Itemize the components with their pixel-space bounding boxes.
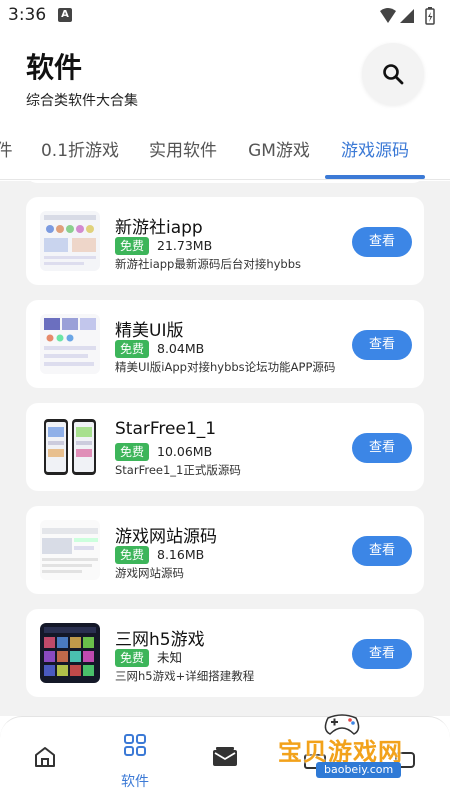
home-icon xyxy=(35,747,55,767)
view-button[interactable]: 查看 xyxy=(352,227,412,257)
app-size: 8.16MB xyxy=(157,547,205,562)
app-description: 三网h5游戏+详细搭建教程 xyxy=(115,669,255,683)
app-description: 游戏网站源码 xyxy=(115,566,184,580)
tab-gm-games[interactable]: GM游戏 xyxy=(240,130,318,180)
nav-label-software: 软件 xyxy=(121,774,149,790)
search-icon xyxy=(383,64,404,85)
notification-icon: A xyxy=(58,8,72,22)
app-thumbnail xyxy=(40,623,100,683)
view-button[interactable]: 查看 xyxy=(352,639,412,669)
app-description: StarFree1_1正式版源码 xyxy=(115,463,241,477)
app-description: 精美UI版iApp对接hybbs论坛功能APP源码 xyxy=(115,360,336,374)
app-thumbnail xyxy=(40,314,100,374)
battery-icon xyxy=(425,7,435,25)
app-size: 10.06MB xyxy=(157,444,213,459)
app-title: 精美UI版 xyxy=(115,321,184,341)
free-badge: 免费 xyxy=(115,546,149,564)
nav-messages[interactable] xyxy=(193,717,257,800)
app-list: 新游社iapp 免费 21.73MB 新游社iapp最新源码后台对接hybbs … xyxy=(0,181,450,716)
wifi-icon xyxy=(380,8,396,23)
free-badge: 免费 xyxy=(115,237,149,255)
tab-utility-software[interactable]: 实用软件 xyxy=(140,130,226,180)
watermark-logo: 宝贝游戏网 baobeiy.com xyxy=(276,712,446,784)
app-title: 新游社iapp xyxy=(115,218,203,238)
list-item[interactable]: 游戏网站源码 免费 8.16MB 游戏网站源码 查看 xyxy=(26,506,424,594)
status-time: 3:36 xyxy=(8,5,47,25)
nav-software[interactable]: 软件 xyxy=(103,717,167,800)
app-thumbnail xyxy=(40,520,100,580)
list-item-partial xyxy=(26,181,424,183)
app-title: 游戏网站源码 xyxy=(115,527,217,547)
view-button[interactable]: 查看 xyxy=(352,536,412,566)
tab-partial[interactable]: 件 xyxy=(0,130,14,180)
list-item[interactable]: 新游社iapp 免费 21.73MB 新游社iapp最新源码后台对接hybbs … xyxy=(26,197,424,285)
list-item[interactable]: 三网h5游戏 免费 未知 三网h5游戏+详细搭建教程 查看 xyxy=(26,609,424,697)
status-bar: 3:36 A xyxy=(0,0,450,32)
search-button[interactable] xyxy=(362,43,424,105)
app-size: 未知 xyxy=(157,650,183,665)
app-size: 8.04MB xyxy=(157,341,205,356)
app-title: 三网h5游戏 xyxy=(115,630,205,650)
free-badge: 免费 xyxy=(115,649,149,667)
list-item[interactable]: 精美UI版 免费 8.04MB 精美UI版iApp对接hybbs论坛功能APP源… xyxy=(26,300,424,388)
app-size: 21.73MB xyxy=(157,238,213,253)
tab-game-source[interactable]: 游戏源码 xyxy=(325,130,425,180)
list-item[interactable]: StarFree1_1 免费 10.06MB StarFree1_1正式版源码 … xyxy=(26,403,424,491)
free-badge: 免费 xyxy=(115,443,149,461)
watermark-url: baobeiy.com xyxy=(316,762,402,778)
app-thumbnail xyxy=(40,417,100,477)
signal-icon xyxy=(400,9,414,23)
tab-indicator xyxy=(325,175,425,179)
app-description: 新游社iapp最新源码后台对接hybbs xyxy=(115,257,302,271)
app-thumbnail xyxy=(40,211,100,271)
apps-grid-icon xyxy=(124,734,146,756)
nav-home[interactable] xyxy=(13,717,77,800)
page-subtitle: 综合类软件大合集 xyxy=(26,93,138,109)
mail-icon xyxy=(213,747,237,766)
view-button[interactable]: 查看 xyxy=(352,433,412,463)
status-icons xyxy=(380,7,435,25)
page-title: 软件 xyxy=(26,51,83,84)
page-header: 软件 综合类软件大合集 xyxy=(0,32,450,130)
category-tabs: 件 0.1折游戏 实用软件 GM游戏 游戏源码 xyxy=(0,130,450,180)
view-button[interactable]: 查看 xyxy=(352,330,412,360)
tab-discount-games[interactable]: 0.1折游戏 xyxy=(34,130,126,180)
app-title: StarFree1_1 xyxy=(115,419,217,439)
free-badge: 免费 xyxy=(115,340,149,358)
